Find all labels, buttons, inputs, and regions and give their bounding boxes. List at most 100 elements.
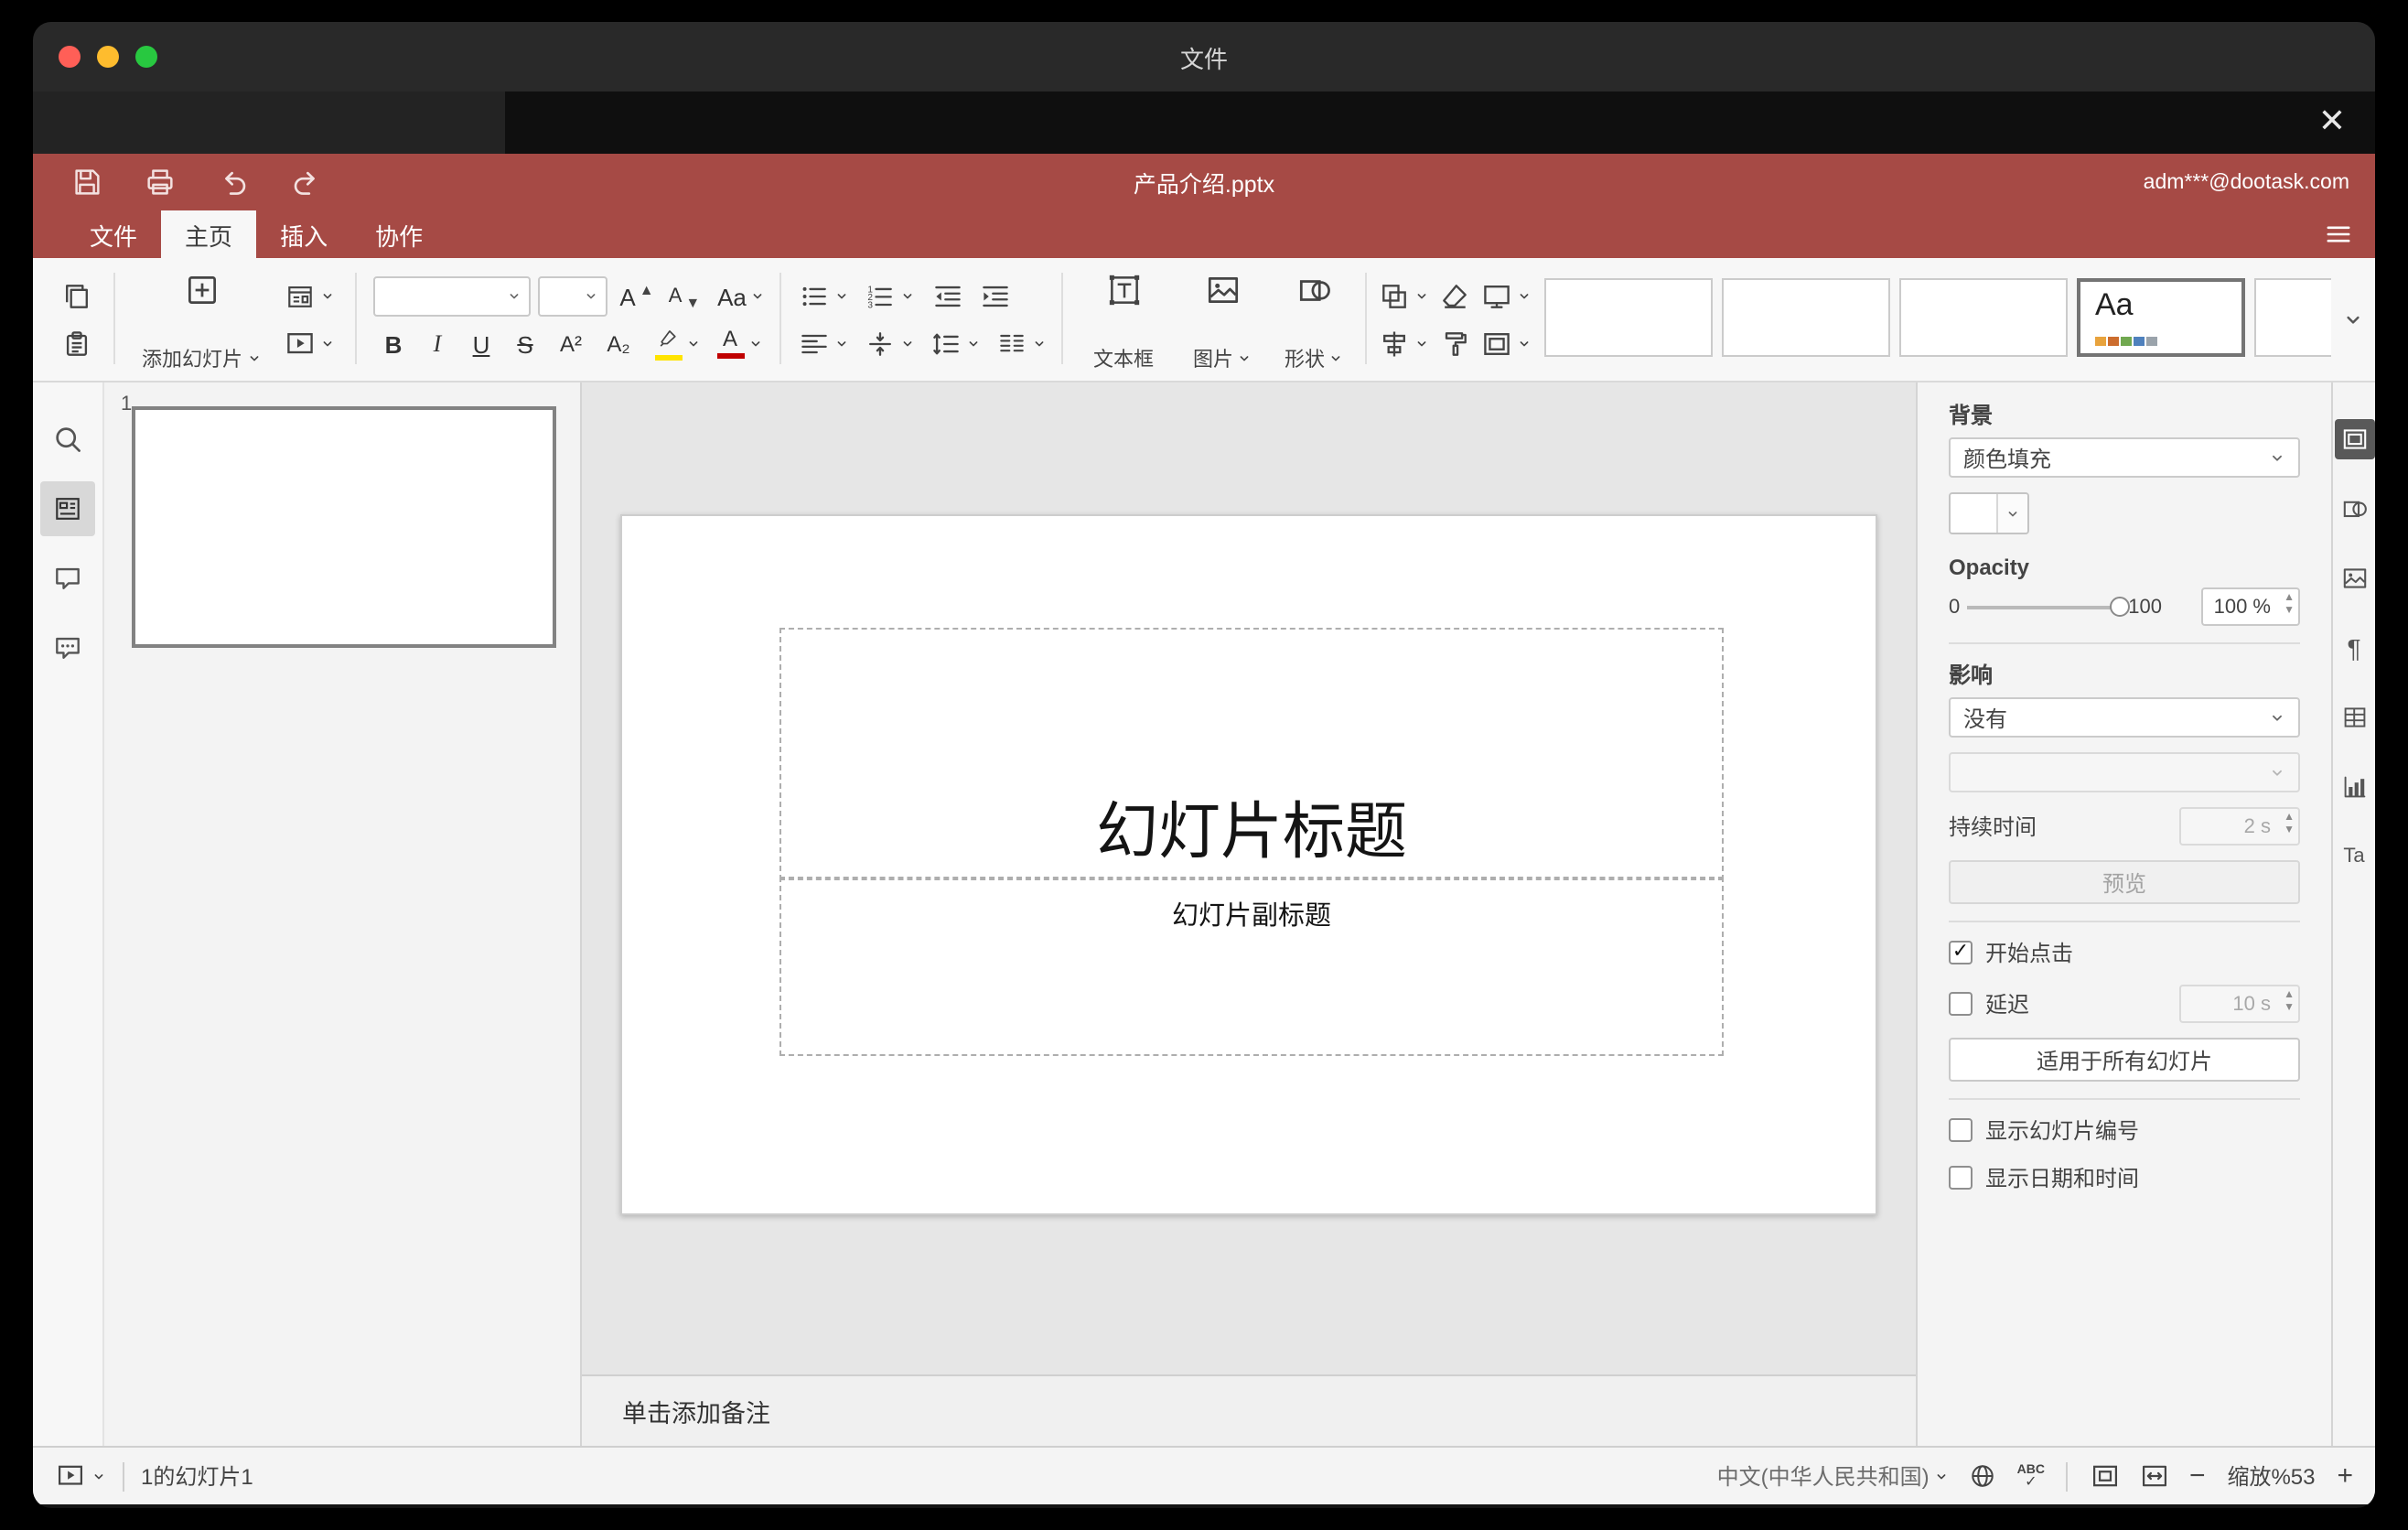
spinner-up-icon[interactable]: ▲ [2284, 593, 2295, 604]
image-settings-tab[interactable] [2334, 558, 2374, 598]
bold-button[interactable]: B [373, 322, 414, 366]
bullet-list-button[interactable] [794, 275, 853, 318]
title-placeholder[interactable]: 幻灯片标题 [779, 628, 1724, 880]
start-on-click-checkbox[interactable]: ✓ [1949, 941, 1973, 964]
slide-surface[interactable]: 幻灯片标题 幻灯片副标题 [620, 514, 1877, 1215]
theme-thumbnail[interactable] [1722, 278, 1890, 357]
align-shapes-button[interactable] [1376, 322, 1431, 366]
font-size-select[interactable] [538, 276, 607, 317]
columns-button[interactable] [992, 322, 1050, 366]
underline-button[interactable]: U [461, 322, 501, 366]
fill-color-picker[interactable] [1949, 492, 2029, 534]
numbered-list-button[interactable] [860, 275, 919, 318]
close-window-button[interactable] [59, 46, 81, 68]
tab-collaboration[interactable]: 协作 [351, 210, 446, 258]
insert-textbox-button[interactable]: 文本框 [1076, 267, 1171, 377]
delay-checkbox[interactable] [1949, 992, 1973, 1016]
tab-file[interactable]: 文件 [66, 210, 161, 258]
insert-shape-button[interactable]: 形状 [1270, 267, 1358, 377]
preview-button[interactable]: 预览 [1949, 860, 2300, 904]
undo-button[interactable] [212, 162, 253, 202]
insert-placeholder-button[interactable] [1478, 322, 1533, 366]
chevron-down-icon [2269, 764, 2285, 781]
chat-panel-button[interactable] [40, 620, 95, 675]
subtitle-placeholder[interactable]: 幻灯片副标题 [779, 877, 1724, 1056]
decrease-font-button[interactable]: A ▼ [662, 275, 706, 318]
search-panel-button[interactable] [40, 412, 95, 467]
zoom-window-button[interactable] [135, 46, 157, 68]
view-settings-button[interactable] [2324, 220, 2353, 249]
slide-layout-button[interactable] [278, 275, 340, 318]
table-settings-tab[interactable] [2334, 697, 2374, 738]
print-button[interactable] [139, 162, 179, 202]
show-slide-number-checkbox[interactable] [1949, 1118, 1973, 1142]
slides-panel-button[interactable] [40, 481, 95, 536]
copy-style-button[interactable] [1435, 322, 1475, 366]
italic-button[interactable]: I [417, 322, 457, 366]
start-slideshow-status-button[interactable] [55, 1460, 106, 1492]
horizontal-align-button[interactable] [794, 322, 853, 366]
vertical-align-button[interactable] [860, 322, 919, 366]
zoom-out-button[interactable]: − [2189, 1460, 2206, 1492]
language-selector[interactable]: 中文(中华人民共和国) [1717, 1460, 1950, 1492]
effect-type-select[interactable] [1949, 752, 2300, 792]
tab-home[interactable]: 主页 [161, 210, 257, 258]
minimize-window-button[interactable] [97, 46, 119, 68]
fit-slide-button[interactable] [2091, 1460, 2122, 1492]
chart-settings-tab[interactable] [2334, 767, 2374, 807]
spellcheck-button[interactable]: ABC ✓ [2017, 1463, 2045, 1489]
strikethrough-button[interactable]: S [505, 322, 545, 366]
increase-indent-button[interactable] [973, 275, 1017, 318]
zoom-in-button[interactable]: + [2337, 1460, 2353, 1492]
duration-input[interactable] [2181, 809, 2298, 844]
add-slide-button[interactable]: 添加幻灯片 [128, 267, 274, 377]
arrange-button[interactable] [1376, 275, 1431, 318]
insert-image-button[interactable]: 图片 [1178, 267, 1266, 377]
notes-area[interactable]: 单击添加备注 [582, 1374, 1916, 1446]
increase-font-button[interactable]: A ▲ [615, 275, 659, 318]
document-language-button[interactable] [1968, 1460, 1999, 1492]
start-slideshow-button[interactable] [278, 322, 340, 366]
decrease-indent-button[interactable] [926, 275, 970, 318]
fit-width-button[interactable] [2140, 1460, 2171, 1492]
spinner-arrows[interactable]: ▲ ▼ [2284, 593, 2295, 617]
font-color-button[interactable]: A [710, 322, 769, 366]
apply-to-all-slides-button[interactable]: 适用于所有幻灯片 [1949, 1038, 2300, 1082]
font-name-select[interactable] [373, 276, 531, 317]
close-icon[interactable]: ✕ [2318, 97, 2346, 145]
textart-settings-tab[interactable]: Ta [2334, 836, 2374, 877]
comments-panel-button[interactable] [40, 551, 95, 606]
paste-button[interactable] [55, 322, 99, 366]
start-on-click-row: ✓ 开始点击 [1949, 937, 2300, 968]
tab-insert[interactable]: 插入 [256, 210, 351, 258]
show-date-time-checkbox[interactable] [1949, 1166, 1973, 1190]
shape-settings-tab[interactable] [2334, 489, 2374, 529]
slide-settings-tab[interactable] [2334, 419, 2374, 459]
editor-main: 1 幻灯片标题 幻灯片副标题 单击添加备注 背景 颜色填充 Opacity 0 … [33, 382, 2375, 1446]
theme-thumbnail-selected[interactable]: Aa [2077, 278, 2245, 357]
redo-button[interactable] [285, 162, 326, 202]
change-case-button[interactable]: Aa [710, 275, 772, 318]
slide-canvas[interactable]: 幻灯片标题 幻灯片副标题 [582, 382, 1916, 1374]
clear-style-button[interactable] [1435, 275, 1475, 318]
highlight-color-button[interactable] [648, 322, 706, 366]
show-slide-number-row: 显示幻灯片编号 [1949, 1115, 2300, 1146]
background-fill-select[interactable]: 颜色填充 [1949, 437, 2300, 478]
theme-thumbnail[interactable] [2254, 278, 2331, 357]
subscript-button[interactable]: A₂ [597, 322, 640, 366]
slide-thumbnail[interactable] [132, 406, 556, 648]
effect-select[interactable]: 没有 [1949, 697, 2300, 738]
line-spacing-button[interactable] [926, 322, 984, 366]
theme-thumbnail[interactable] [1544, 278, 1713, 357]
theme-thumbnail[interactable] [1899, 278, 2068, 357]
opacity-slider-knob[interactable] [2110, 596, 2131, 616]
delay-input[interactable] [2181, 986, 2298, 1021]
spinner-down-icon[interactable]: ▼ [2284, 606, 2295, 617]
paragraph-settings-tab[interactable]: ¶ [2334, 628, 2374, 668]
slide-size-button[interactable] [1478, 275, 1533, 318]
save-button[interactable] [66, 162, 106, 202]
theme-gallery-expand-button[interactable] [2338, 306, 2368, 335]
superscript-button[interactable]: A² [549, 322, 593, 366]
copy-button[interactable] [55, 275, 99, 318]
opacity-slider[interactable] [1967, 596, 2131, 616]
